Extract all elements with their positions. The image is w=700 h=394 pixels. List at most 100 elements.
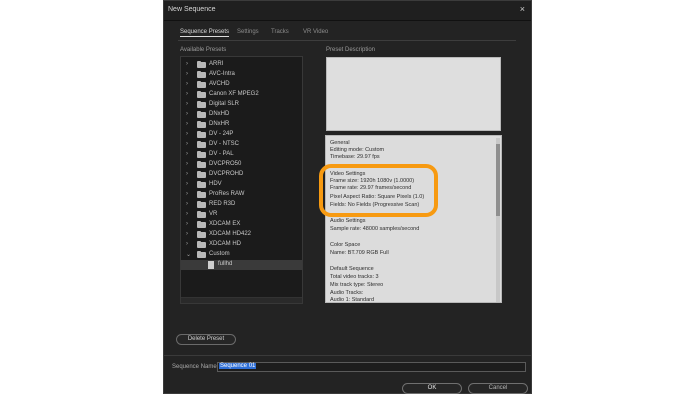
tree-item-label: DV - PAL (209, 151, 234, 157)
ok-button[interactable]: OK (402, 383, 462, 394)
folder-icon (197, 161, 206, 168)
tree-item-canon-xf-mpeg2[interactable]: › Canon XF MPEG2 (181, 90, 302, 100)
chevron-right-icon[interactable]: › (186, 201, 188, 207)
sequence-name-input[interactable]: Sequence 01 (217, 362, 526, 372)
tree-item-dnxhr[interactable]: › DNxHR (181, 120, 302, 130)
preset-details-box: General Editing mode: Custom Timebase: 2… (325, 135, 502, 303)
desc-line: Mix track type: Stereo (330, 282, 384, 288)
delete-preset-button[interactable]: Delete Preset (176, 334, 236, 345)
tree-item-label: VR (209, 211, 218, 217)
tree-item-label: Canon XF MPEG2 (209, 91, 259, 97)
chevron-right-icon[interactable]: › (186, 61, 188, 67)
preset-file-icon (208, 261, 214, 269)
chevron-right-icon[interactable]: › (186, 81, 188, 87)
tree-item-xdcam-ex[interactable]: › XDCAM EX (181, 220, 302, 230)
folder-icon (197, 71, 206, 78)
tree-item-label: DV - NTSC (209, 141, 239, 147)
tree-item-avc-intra[interactable]: › AVC-Intra (181, 70, 302, 80)
folder-icon (197, 101, 206, 108)
chevron-right-icon[interactable]: › (186, 241, 188, 247)
tree-item-prores-raw[interactable]: › ProRes RAW (181, 190, 302, 200)
chevron-right-icon[interactable]: › (186, 171, 188, 177)
chevron-right-icon[interactable]: › (186, 181, 188, 187)
preset-description-header: Preset Description (326, 47, 376, 53)
chevron-right-icon[interactable]: › (186, 151, 188, 157)
folder-icon (197, 61, 206, 68)
chevron-right-icon[interactable]: › (186, 161, 188, 167)
chevron-right-icon[interactable]: › (186, 211, 188, 217)
tab-settings[interactable]: Settings (237, 29, 259, 35)
chevron-right-icon[interactable]: › (186, 71, 188, 77)
tree-item-label: DV - 24P (209, 131, 234, 137)
folder-icon (197, 121, 206, 128)
available-presets-header: Available Presets (180, 47, 227, 53)
desc-line: Editing mode: Custom (330, 147, 385, 153)
folder-icon (197, 81, 206, 88)
chevron-down-icon[interactable]: ⌄ (186, 251, 191, 258)
tab-tracks[interactable]: Tracks (271, 29, 289, 35)
tree-item-hdv[interactable]: › HDV (181, 180, 302, 190)
tree-item-label: XDCAM HD422 (209, 231, 252, 237)
tree-item-label: AVCHD (209, 81, 230, 87)
folder-icon (197, 111, 206, 118)
desc-line: Default Sequence (330, 266, 374, 272)
tree-item-label: Digital SLR (209, 101, 240, 107)
tree-item-fullhd[interactable]: fullhd (181, 260, 302, 270)
chevron-right-icon[interactable]: › (186, 91, 188, 97)
folder-icon (197, 221, 206, 228)
tree-item-avchd[interactable]: › AVCHD (181, 80, 302, 90)
chevron-right-icon[interactable]: › (186, 121, 188, 127)
tree-item-xdcam-hd422[interactable]: › XDCAM HD422 (181, 230, 302, 240)
desc-line: Audio Tracks: (330, 290, 364, 296)
preset-description-box (326, 57, 501, 131)
cancel-button[interactable]: Cancel (468, 383, 528, 394)
sequence-name-label: Sequence Name: (172, 364, 219, 370)
tree-item-label: XDCAM HD (209, 241, 242, 247)
folder-icon (197, 211, 206, 218)
tree-item-dv-pal[interactable]: › DV - PAL (181, 150, 302, 160)
details-scrollbar[interactable] (496, 138, 500, 302)
presets-horizontal-scrollbar[interactable] (181, 297, 302, 303)
dialog-title: New Sequence (168, 6, 216, 13)
folder-icon (197, 201, 206, 208)
folder-icon (197, 231, 206, 238)
chevron-right-icon[interactable]: › (186, 111, 188, 117)
tree-item-custom[interactable]: ⌄ Custom (181, 250, 302, 260)
tree-item-label: AVC-Intra (209, 71, 235, 77)
tree-item-label: ARRI (209, 61, 224, 67)
tree-item-xdcam-hd[interactable]: › XDCAM HD (181, 240, 302, 250)
tree-item-dvcpro50[interactable]: › DVCPRO50 (181, 160, 302, 170)
tree-item-digital-slr[interactable]: › Digital SLR (181, 100, 302, 110)
folder-icon (197, 151, 206, 158)
chevron-right-icon[interactable]: › (186, 131, 188, 137)
folder-icon (197, 191, 206, 198)
tree-item-red-r3d[interactable]: › RED R3D (181, 200, 302, 210)
tab-sequence-presets[interactable]: Sequence Presets (180, 29, 230, 37)
footer-divider (164, 355, 531, 356)
tree-item-label: ProRes RAW (209, 191, 245, 197)
tree-item-vr[interactable]: › VR (181, 210, 302, 220)
tree-item-label: DNxHD (209, 111, 230, 117)
close-icon[interactable]: × (520, 4, 525, 14)
chevron-right-icon[interactable]: › (186, 191, 188, 197)
scrollbar-thumb[interactable] (496, 144, 500, 216)
tree-item-dnxhd[interactable]: › DNxHD (181, 110, 302, 120)
tree-item-dv-ntsc[interactable]: › DV - NTSC (181, 140, 302, 150)
sequence-name-value[interactable]: Sequence 01 (219, 363, 257, 369)
chevron-right-icon[interactable]: › (186, 231, 188, 237)
new-sequence-dialog: New Sequence × Sequence Presets Settings… (163, 0, 532, 394)
chevron-right-icon[interactable]: › (186, 221, 188, 227)
tree-item-dvcprohd[interactable]: › DVCPROHD (181, 170, 302, 180)
tree-item-label: DNxHR (209, 121, 230, 127)
tree-item-label: DVCPRO50 (209, 161, 242, 167)
tree-item-arri[interactable]: › ARRI (181, 60, 302, 70)
tree-item-label: DVCPROHD (209, 171, 244, 177)
chevron-right-icon[interactable]: › (186, 101, 188, 107)
presets-tree[interactable]: › ARRI › AVC-Intra › AVCHD › Canon XF MPEG2 … (180, 56, 303, 304)
desc-line: General (330, 140, 350, 146)
chevron-right-icon[interactable]: › (186, 141, 188, 147)
folder-icon (197, 91, 206, 98)
tab-vr-video[interactable]: VR Video (303, 29, 328, 35)
tree-item-dv-24p[interactable]: › DV - 24P (181, 130, 302, 140)
folder-icon (197, 131, 206, 138)
